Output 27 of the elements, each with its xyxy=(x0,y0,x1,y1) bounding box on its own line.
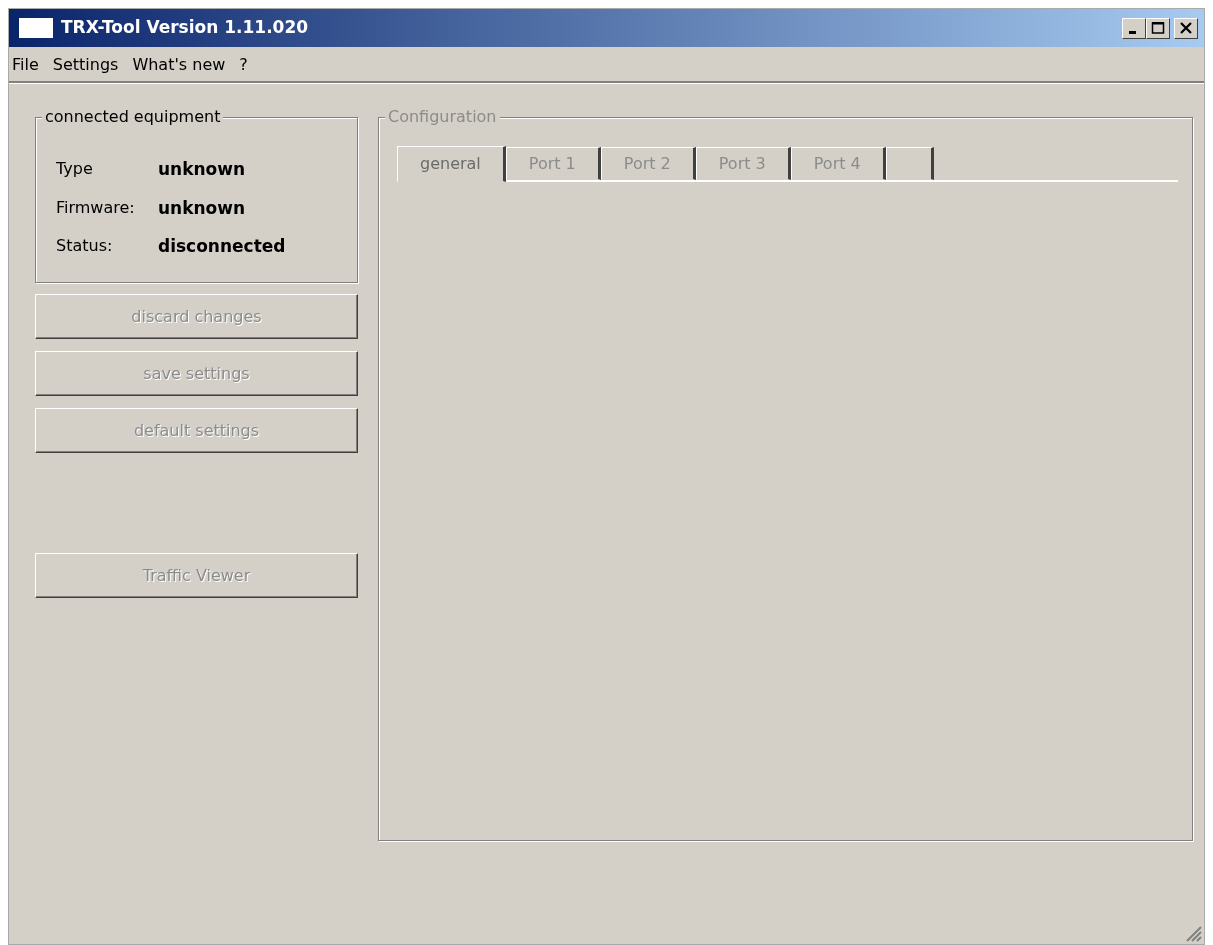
minimize-button[interactable] xyxy=(1122,17,1146,39)
menu-item[interactable]: Settings xyxy=(52,53,119,77)
menu-item[interactable]: What's new xyxy=(132,53,226,77)
tab[interactable] xyxy=(885,147,934,180)
tab[interactable]: Port 1 xyxy=(505,147,601,180)
close-button[interactable] xyxy=(1174,17,1198,39)
tab[interactable]: Port 4 xyxy=(790,147,886,180)
field-label: Type xyxy=(56,158,94,180)
tab[interactable]: Port 2 xyxy=(600,147,696,180)
window-title: TRX-Tool Version 1.11.020 xyxy=(61,16,310,40)
resize-grip-icon[interactable] xyxy=(1184,924,1202,942)
field-value: unknown xyxy=(158,196,247,220)
field-value: unknown xyxy=(158,158,247,181)
menu-item[interactable]: File xyxy=(12,53,39,77)
minimize-icon xyxy=(1129,30,1136,34)
group-title: connected equipment xyxy=(42,107,224,127)
close-icon xyxy=(1180,22,1192,34)
tab[interactable]: general xyxy=(397,146,506,182)
field-label: Firmware: xyxy=(56,196,136,219)
maximize-button[interactable] xyxy=(1146,17,1170,39)
group-title: Configuration xyxy=(385,107,500,127)
field-value: disconnected xyxy=(158,235,287,258)
menu-item[interactable]: ? xyxy=(239,53,248,77)
tab[interactable]: Port 3 xyxy=(695,147,791,180)
window-icon xyxy=(19,18,53,38)
maximize-icon xyxy=(1151,21,1165,35)
field-label: Status: xyxy=(56,235,114,257)
